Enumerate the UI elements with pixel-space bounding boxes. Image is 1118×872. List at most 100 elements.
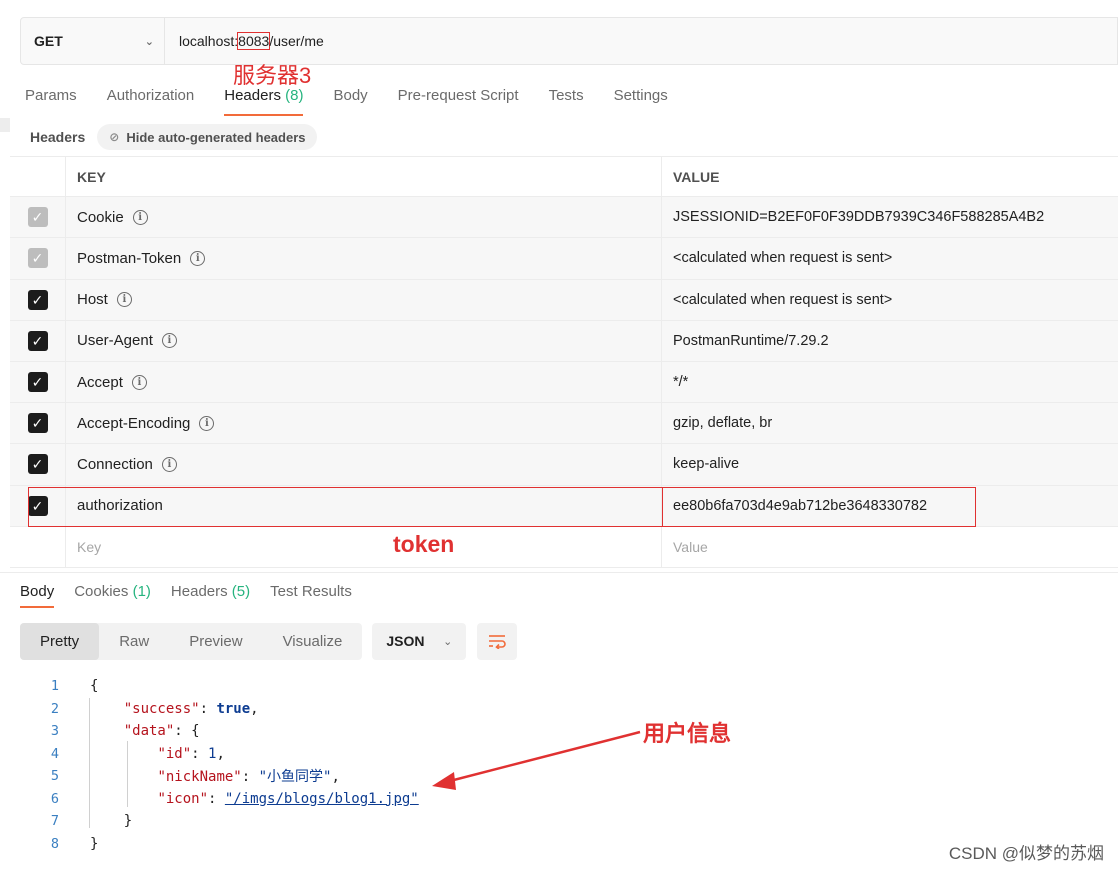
- user-info-annotation: 用户信息: [643, 721, 732, 746]
- new-value-input[interactable]: Value: [662, 527, 1118, 567]
- row-check-cell: ✓: [10, 279, 66, 320]
- tab-label: Authorization: [106, 87, 195, 104]
- info-icon[interactable]: i: [132, 209, 148, 225]
- tab-response-cookies[interactable]: Cookies (1): [74, 578, 151, 608]
- json-key: "nickName": [157, 769, 242, 786]
- row-checkbox[interactable]: ✓: [27, 248, 48, 269]
- header-key-cell[interactable]: authorization: [66, 485, 662, 526]
- tab-response-headers[interactable]: Headers (5): [171, 578, 250, 608]
- hide-button-label: Hide auto-generated headers: [126, 129, 306, 145]
- table-row: ✓ Accept-Encoding i gzip, deflate, br: [10, 403, 1118, 445]
- method-select[interactable]: GET ⌄: [21, 18, 165, 64]
- row-checkbox[interactable]: ✓: [27, 372, 48, 393]
- format-select[interactable]: JSON ⌄: [372, 622, 467, 660]
- header-key: Postman-Token: [77, 249, 182, 267]
- tab-label: Cookies: [74, 583, 129, 600]
- info-icon[interactable]: i: [190, 250, 206, 266]
- token-annotation: token: [393, 531, 455, 557]
- info-icon[interactable]: i: [161, 333, 177, 349]
- header-key-cell[interactable]: Connection i: [66, 444, 662, 485]
- view-raw-button[interactable]: Raw: [99, 623, 169, 660]
- left-strip: [0, 118, 10, 132]
- header-key-cell[interactable]: Accept i: [66, 361, 662, 403]
- code-line: 6 "icon": "/imgs/blogs/blog1.jpg": [40, 788, 419, 811]
- info-icon[interactable]: i: [116, 292, 132, 308]
- row-check-cell: ✓: [10, 238, 66, 279]
- header-value: */*: [673, 374, 689, 391]
- header-value-cell[interactable]: keep-alive: [662, 444, 1118, 484]
- header-value: <calculated when request is sent>: [673, 291, 893, 308]
- table-row: ✓ User-Agent i PostmanRuntime/7.29.2: [10, 320, 1118, 362]
- response-tabs: Body Cookies (1) Headers (5) Test Result…: [0, 578, 352, 608]
- annotation-arrow: [432, 730, 641, 790]
- code-line: 3 "data": {: [40, 720, 419, 743]
- tab-label: Settings: [613, 87, 668, 104]
- header-value-cell[interactable]: PostmanRuntime/7.29.2: [662, 321, 1118, 361]
- header-key-cell[interactable]: Accept-Encoding i: [66, 403, 662, 444]
- tab-tests[interactable]: Tests: [549, 82, 584, 118]
- new-key-input[interactable]: Key: [66, 526, 662, 567]
- json-value: 1: [208, 745, 217, 762]
- json-value: true: [216, 700, 251, 717]
- eye-off-icon: ⊘: [109, 130, 120, 144]
- json-value: "小鱼同学": [258, 769, 332, 786]
- code-line: 4 "id": 1,: [40, 743, 419, 766]
- table-row: ✓ Cookie i JSESSIONID=B2EF0F0F39DDB7939C346…: [10, 197, 1118, 239]
- code-text: "nickName": "小鱼同学",: [157, 769, 340, 786]
- tab-count: (5): [231, 583, 251, 600]
- line-number: 8: [50, 835, 60, 852]
- url-port: 8083: [237, 32, 271, 50]
- wrap-lines-button[interactable]: [477, 622, 518, 660]
- tab-headers[interactable]: Headers (8): [224, 82, 304, 118]
- code-text: "data": {: [123, 723, 200, 740]
- tab-test-results[interactable]: Test Results: [270, 578, 352, 608]
- header-key-cell[interactable]: Postman-Token i: [66, 238, 662, 279]
- header-value-cell[interactable]: gzip, deflate, br: [662, 403, 1118, 443]
- header-key-cell[interactable]: Cookie i: [66, 197, 662, 238]
- view-preview-button[interactable]: Preview: [169, 623, 262, 660]
- tab-label: Body: [20, 583, 55, 600]
- tab-settings[interactable]: Settings: [614, 82, 668, 118]
- line-number: 5: [50, 768, 60, 785]
- info-icon[interactable]: i: [199, 415, 215, 431]
- tab-pre-request-script[interactable]: Pre-request Script: [398, 82, 519, 118]
- row-check-cell: ✓: [10, 320, 66, 361]
- url-input[interactable]: localhost: 8083/user/me: [165, 32, 324, 50]
- info-icon[interactable]: i: [131, 374, 147, 390]
- view-visualize-button[interactable]: Visualize: [263, 623, 363, 660]
- response-view-toolbar: Pretty Raw Preview Visualize JSON ⌄: [20, 622, 518, 660]
- tab-response-body[interactable]: Body: [20, 578, 55, 608]
- tab-count: (8): [285, 87, 304, 104]
- format-label: JSON: [386, 633, 425, 649]
- row-check-cell: ✓: [10, 197, 66, 238]
- header-key-cell[interactable]: User-Agent i: [66, 320, 662, 361]
- code-text: "success": true,: [123, 700, 259, 717]
- response-body-code: 1{ 2 "success": true, 3 "data": { 4 "id"…: [40, 675, 419, 855]
- json-link-value[interactable]: "/imgs/blogs/blog1.jpg": [225, 791, 419, 807]
- header-value-cell[interactable]: ee80b6fa703d4e9ab712be3648330782: [662, 486, 1118, 526]
- row-checkbox[interactable]: ✓: [27, 289, 48, 310]
- request-tabs: Params Authorization Headers (8) Body Pr…: [0, 82, 673, 118]
- hide-auto-headers-button[interactable]: ⊘ Hide auto-generated headers: [97, 124, 318, 150]
- watermark: CSDN @似梦的苏烟: [948, 844, 1104, 863]
- row-checkbox[interactable]: ✓: [27, 413, 48, 434]
- header-value: <calculated when request is sent>: [673, 250, 893, 267]
- info-icon[interactable]: i: [161, 456, 177, 472]
- header-value-cell[interactable]: JSESSIONID=B2EF0F0F39DDB7939C346F588285A…: [662, 197, 1118, 237]
- tab-authorization[interactable]: Authorization: [107, 82, 195, 118]
- row-checkbox[interactable]: ✓: [27, 454, 48, 475]
- row-checkbox[interactable]: ✓: [27, 495, 48, 516]
- tab-params[interactable]: Params: [25, 82, 77, 118]
- header-key-cell[interactable]: Host i: [66, 279, 662, 320]
- tab-body[interactable]: Body: [333, 82, 367, 118]
- header-value-cell[interactable]: <calculated when request is sent>: [662, 280, 1118, 320]
- row-checkbox[interactable]: ✓: [27, 330, 48, 351]
- header-value-cell[interactable]: <calculated when request is sent>: [662, 238, 1118, 278]
- view-pretty-button[interactable]: Pretty: [20, 622, 100, 660]
- row-checkbox[interactable]: ✓: [27, 207, 48, 228]
- header-value-cell[interactable]: */*: [662, 362, 1118, 402]
- table-header-row: KEY VALUE: [10, 156, 1118, 198]
- line-number: 1: [50, 678, 60, 695]
- code-line: 5 "nickName": "小鱼同学",: [40, 765, 419, 788]
- json-key: "success": [123, 700, 200, 717]
